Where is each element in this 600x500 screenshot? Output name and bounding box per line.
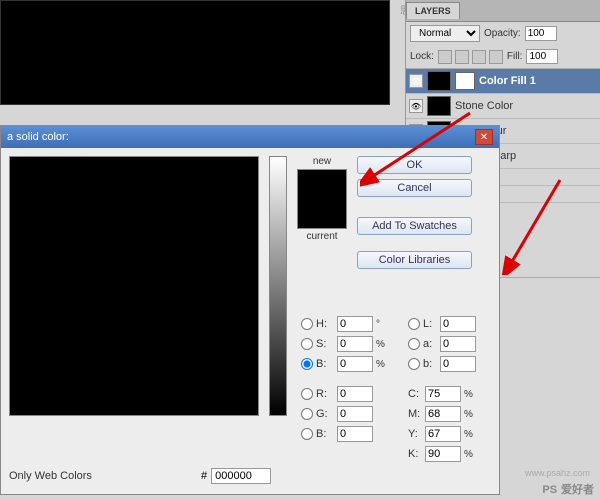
- cancel-button[interactable]: Cancel: [357, 179, 472, 197]
- layer-item-color-fill-1[interactable]: Color Fill 1: [406, 69, 600, 94]
- percent-unit: %: [464, 409, 476, 420]
- hex-input[interactable]: [211, 468, 271, 484]
- fill-input[interactable]: [526, 49, 558, 64]
- canvas-area: [0, 0, 390, 105]
- watermark-logo: PS 爱好者: [542, 480, 594, 497]
- dialog-titlebar[interactable]: a solid color: ✕: [1, 126, 499, 148]
- g-input[interactable]: [337, 406, 373, 422]
- a-label: a:: [423, 338, 437, 350]
- l-label: L:: [423, 318, 437, 330]
- b-radio[interactable]: [301, 358, 313, 370]
- l-input[interactable]: [440, 316, 476, 332]
- r-radio[interactable]: [301, 388, 313, 400]
- s-input[interactable]: [337, 336, 373, 352]
- hue-slider[interactable]: [269, 156, 287, 416]
- b2-label: B:: [316, 428, 334, 440]
- fill-label: Fill:: [507, 51, 523, 62]
- g-radio[interactable]: [301, 408, 313, 420]
- layer-name: Stone Color: [455, 100, 513, 112]
- color-preview: [297, 169, 347, 229]
- a-radio[interactable]: [408, 338, 420, 350]
- k-input[interactable]: [425, 446, 461, 462]
- h-label: H:: [316, 318, 334, 330]
- lock-all-icon[interactable]: [489, 50, 503, 64]
- current-label: current: [306, 231, 337, 242]
- b2-input[interactable]: [337, 426, 373, 442]
- lock-image-icon[interactable]: [455, 50, 469, 64]
- percent-unit: %: [464, 389, 476, 400]
- dialog-title-text: a solid color:: [7, 131, 69, 143]
- a-input[interactable]: [440, 336, 476, 352]
- color-field[interactable]: [9, 156, 259, 416]
- r-label: R:: [316, 388, 334, 400]
- new-label: new: [313, 156, 331, 167]
- k-label: K:: [408, 448, 422, 460]
- c-label: C:: [408, 388, 422, 400]
- h-input[interactable]: [337, 316, 373, 332]
- web-colors-label: Only Web Colors: [9, 470, 92, 482]
- lock-transparency-icon[interactable]: [438, 50, 452, 64]
- layers-tab[interactable]: LAYERS: [406, 2, 460, 19]
- visibility-icon[interactable]: [409, 99, 423, 113]
- color-picker-dialog: a solid color: ✕ new current OK Cancel A…: [0, 125, 500, 495]
- lock-label: Lock:: [410, 51, 434, 62]
- ok-button[interactable]: OK: [357, 156, 472, 174]
- b-label: B:: [316, 358, 334, 370]
- lab-b-label: b:: [423, 358, 437, 370]
- lock-position-icon[interactable]: [472, 50, 486, 64]
- y-label: Y:: [408, 428, 422, 440]
- close-icon[interactable]: ✕: [475, 129, 493, 145]
- watermark-url: www.psahz.com: [525, 468, 590, 478]
- layer-name: Color Fill 1: [479, 75, 536, 87]
- percent-unit: %: [376, 359, 388, 370]
- lab-b-input[interactable]: [440, 356, 476, 372]
- opacity-label: Opacity:: [484, 28, 521, 39]
- y-input[interactable]: [425, 426, 461, 442]
- layer-thumbnail: [427, 96, 451, 116]
- percent-unit: %: [464, 449, 476, 460]
- c-input[interactable]: [425, 386, 461, 402]
- color-libraries-button[interactable]: Color Libraries: [357, 251, 472, 269]
- g-label: G:: [316, 408, 334, 420]
- hex-label: #: [201, 470, 207, 482]
- h-radio[interactable]: [301, 318, 313, 330]
- percent-unit: %: [464, 429, 476, 440]
- b2-radio[interactable]: [301, 428, 313, 440]
- b-input[interactable]: [337, 356, 373, 372]
- opacity-input[interactable]: [525, 26, 557, 41]
- visibility-icon[interactable]: [409, 74, 423, 88]
- degree-unit: °: [376, 319, 388, 330]
- m-label: M:: [408, 408, 422, 420]
- panel-header: LAYERS: [406, 0, 600, 22]
- m-input[interactable]: [425, 406, 461, 422]
- mask-thumbnail: [455, 72, 475, 90]
- l-radio[interactable]: [408, 318, 420, 330]
- add-swatches-button[interactable]: Add To Swatches: [357, 217, 472, 235]
- layer-item-stone-color[interactable]: Stone Color: [406, 94, 600, 119]
- r-input[interactable]: [337, 386, 373, 402]
- lab-b-radio[interactable]: [408, 358, 420, 370]
- percent-unit: %: [376, 339, 388, 350]
- blend-mode-select[interactable]: Normal: [410, 25, 480, 42]
- layer-thumbnail: [427, 71, 451, 91]
- s-radio[interactable]: [301, 338, 313, 350]
- s-label: S:: [316, 338, 334, 350]
